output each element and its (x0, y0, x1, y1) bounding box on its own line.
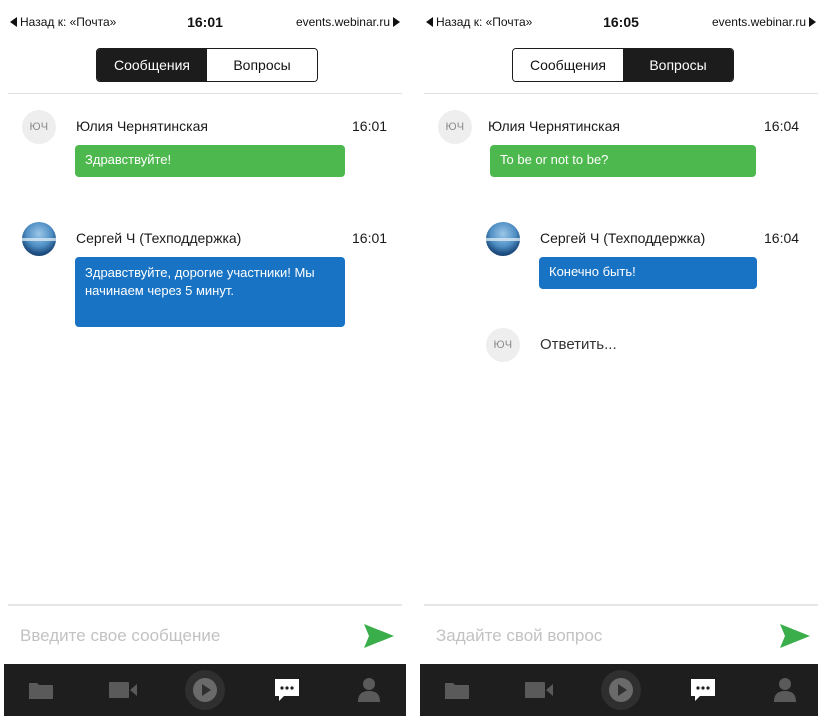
bottom-toolbar (420, 664, 818, 716)
question-author: Юлия Чернятинская (488, 118, 620, 134)
question-time: 16:04 (764, 118, 800, 134)
tab-messages[interactable]: Сообщения (513, 49, 623, 81)
play-tab[interactable] (596, 664, 646, 716)
avatar (486, 222, 520, 256)
play-icon (185, 670, 225, 710)
chat-icon (275, 679, 299, 701)
message-bubble: Здравствуйте, дорогие участники! Мы начи… (75, 257, 345, 327)
user-icon (358, 678, 380, 702)
tab-questions[interactable]: Вопросы (207, 49, 317, 81)
materials-tab[interactable] (432, 664, 482, 716)
tab-switcher: Сообщения Вопросы (512, 48, 734, 82)
folder-icon (445, 683, 469, 699)
chat-tab[interactable] (678, 664, 728, 716)
chat-tab[interactable] (262, 664, 312, 716)
forward-triangle-icon (393, 17, 400, 27)
forward-triangle-icon (809, 17, 816, 27)
video-camera-icon (109, 682, 137, 698)
site-url-label: events.webinar.ru (295, 15, 390, 29)
folder-icon (29, 683, 53, 699)
play-icon (601, 670, 641, 710)
avatar-photo-detail (486, 238, 520, 241)
tab-questions[interactable]: Вопросы (623, 49, 733, 81)
message-bubble: Здравствуйте! (75, 145, 345, 177)
avatar-photo-detail (22, 238, 56, 241)
screen-gap (406, 0, 420, 716)
video-tab[interactable] (98, 664, 148, 716)
status-bar: Назад к: «Почта» 16:05 events.webinar.ru (420, 0, 818, 42)
materials-tab[interactable] (16, 664, 66, 716)
site-url[interactable]: events.webinar.ru (296, 15, 400, 29)
participants-tab[interactable] (760, 664, 810, 716)
avatar (22, 222, 56, 256)
avatar: ЮЧ (486, 328, 520, 362)
header-divider (8, 93, 402, 94)
answer-bubble: Конечно быть! (539, 257, 757, 289)
participants-tab[interactable] (344, 664, 394, 716)
message-time: 16:01 (352, 230, 388, 246)
questions-screen: Назад к: «Почта» 16:05 events.webinar.ru… (420, 0, 818, 716)
stage: Назад к: «Почта» 16:01 events.webinar.ru… (0, 0, 818, 716)
header-divider (424, 93, 818, 94)
chat-icon (691, 679, 715, 701)
video-camera-icon (525, 682, 553, 698)
site-url-label: events.webinar.ru (711, 15, 806, 29)
question-bubble: To be or not to be? (490, 145, 756, 177)
user-icon (774, 678, 796, 702)
message-author: Юлия Чернятинская (76, 118, 208, 134)
avatar: ЮЧ (438, 110, 472, 144)
send-icon[interactable] (778, 622, 812, 650)
answer-author: Сергей Ч (Техподдержка) (540, 230, 706, 246)
site-url[interactable]: events.webinar.ru (712, 15, 816, 29)
question-input[interactable] (436, 616, 756, 656)
status-bar: Назад к: «Почта» 16:01 events.webinar.ru (4, 0, 406, 42)
reply-link[interactable]: Ответить... (540, 336, 617, 353)
bottom-toolbar (4, 664, 406, 716)
messages-screen: Назад к: «Почта» 16:01 events.webinar.ru… (4, 0, 406, 716)
video-tab[interactable] (514, 664, 564, 716)
composer-divider (8, 604, 402, 606)
composer-divider (424, 604, 818, 606)
message-input[interactable] (20, 616, 340, 656)
answer-time: 16:04 (764, 230, 800, 246)
avatar: ЮЧ (22, 110, 56, 144)
tab-switcher: Сообщения Вопросы (96, 48, 318, 82)
message-time: 16:01 (352, 118, 388, 134)
play-tab[interactable] (180, 664, 230, 716)
message-author: Сергей Ч (Техподдержка) (76, 230, 242, 246)
tab-messages[interactable]: Сообщения (97, 49, 207, 81)
send-icon[interactable] (362, 622, 396, 650)
